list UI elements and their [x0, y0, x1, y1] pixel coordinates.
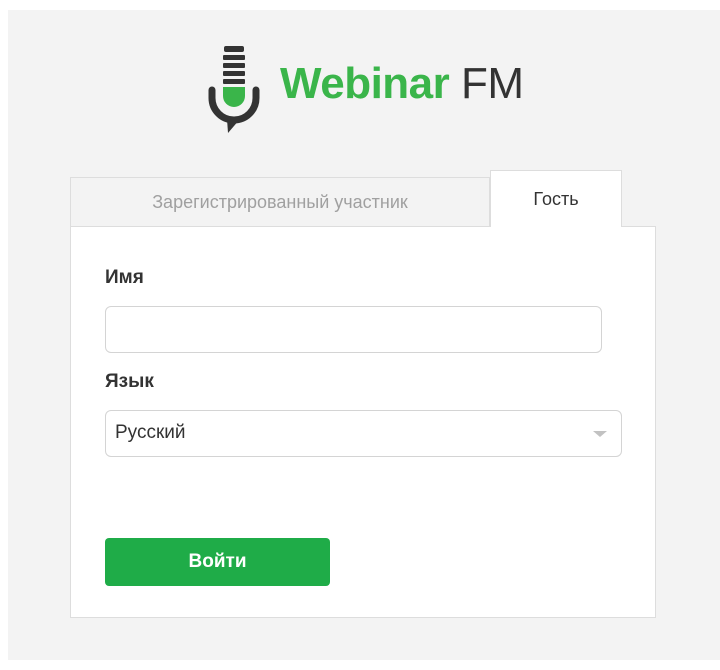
- language-select[interactable]: Русский: [105, 410, 622, 457]
- chevron-down-icon: [593, 431, 607, 437]
- name-input[interactable]: [105, 306, 602, 353]
- brand-suffix: FM: [461, 59, 524, 108]
- tab-registered-participant[interactable]: Зарегистрированный участник: [70, 177, 490, 226]
- brand-logo: Webinar FM: [204, 46, 524, 142]
- brand-name: Webinar: [280, 59, 450, 108]
- brand-wordmark: Webinar FM: [280, 58, 524, 110]
- tab-guest[interactable]: Гость: [490, 170, 622, 227]
- language-selected-value: Русский: [115, 422, 186, 443]
- login-page: Webinar FM Зарегистрированный участник Г…: [8, 10, 720, 660]
- name-label: Имя: [105, 267, 144, 288]
- login-button[interactable]: Войти: [105, 538, 330, 586]
- guest-login-form: Имя Язык Русский Войти: [70, 226, 656, 618]
- language-label: Язык: [105, 371, 154, 392]
- microphone-icon: [208, 46, 260, 133]
